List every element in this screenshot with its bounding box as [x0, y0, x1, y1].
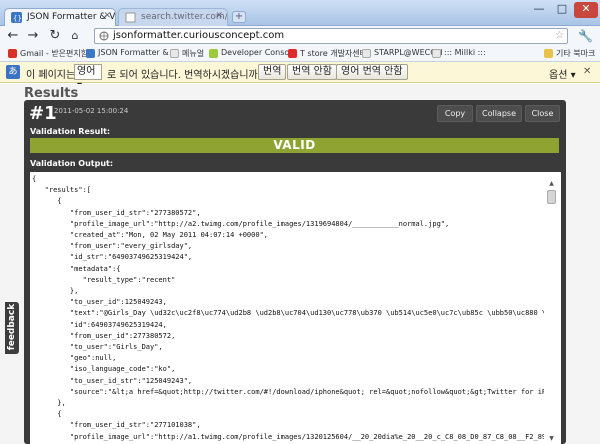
svg-text:{}: {}: [13, 15, 22, 23]
page-icon: [362, 49, 371, 58]
translate-icon: あ: [6, 65, 20, 79]
code-line: "from_user":"every_girlsday",: [32, 242, 193, 251]
json-formatter-icon: [86, 49, 95, 58]
maximize-button[interactable]: □: [551, 2, 573, 18]
copy-button[interactable]: Copy: [437, 105, 473, 122]
code-line: "source":"&lt;a href=&quot;http://twitte…: [69, 387, 544, 396]
folder-icon: [544, 49, 553, 58]
code-line: "id":64903749625319424,: [32, 320, 167, 329]
new-tab-button[interactable]: +: [232, 11, 246, 23]
bookmark-starpl[interactable]: STARPL@WECON: [362, 48, 443, 58]
code-line: "from_user_id_str":"277101038",: [32, 421, 201, 430]
result-panel: #1 2011-05-02 15:00:24 Copy Collapse Clo…: [24, 100, 566, 444]
code-line: "id_str":"64903749625319424",: [32, 253, 193, 262]
code-line: {: [32, 175, 37, 183]
code-view: { "results":[ { "from_user_id_str":"2773…: [32, 174, 544, 442]
code-line: {: [32, 197, 62, 206]
code-line: "from_user_id":277380572,: [32, 331, 176, 340]
status-badge: VALID: [30, 138, 559, 153]
window-close-button[interactable]: ✕: [574, 2, 598, 18]
translate-infobar: あ 이 페이지는 영어 ▾ 로 되어 있습니다. 번역하시겠습니까? 번역 번역…: [0, 62, 600, 91]
bookmark-millki[interactable]: ::: Millki :::: [432, 48, 486, 58]
home-icon[interactable]: ⌂: [68, 29, 82, 43]
options-menu[interactable]: 옵션 ▾: [549, 66, 576, 81]
scroll-thumb[interactable]: [547, 190, 556, 204]
bookmarks-bar: Gmail - 받은편지함 JSON Formatter & ... 메뉴얼 D…: [0, 46, 600, 62]
bookmark-developer-console[interactable]: Developer Console: [209, 48, 296, 58]
bookmark-manual[interactable]: 메뉴얼: [170, 48, 204, 59]
page-icon: [432, 49, 441, 58]
scroll-up-icon[interactable]: ▲: [547, 180, 556, 187]
android-icon: [209, 49, 218, 58]
url-text: jsonformatter.curiousconcept.com: [113, 30, 285, 41]
code-line: "from_user_id_str":"277380572",: [32, 208, 201, 217]
bookmark-json-formatter[interactable]: JSON Formatter & ...: [86, 48, 179, 58]
tab-twitter-search[interactable]: search.twitter.com/searc... ✕: [118, 8, 228, 26]
page-favicon: [125, 12, 136, 23]
star-icon[interactable]: ☆: [555, 30, 564, 41]
infobar-close-icon[interactable]: ✕: [583, 66, 591, 77]
code-line: "results":[: [32, 186, 92, 195]
code-line: },: [32, 399, 66, 408]
page-icon: [170, 49, 179, 58]
infobar-text-before: 이 페이지는: [26, 70, 76, 81]
code-line: "text":"@Girls_Day \ud32c\uc2f8\uc774\ud…: [69, 309, 544, 318]
minimize-button[interactable]: —: [528, 2, 550, 18]
bookmark-tstore[interactable]: T store 개발자센터: [288, 48, 367, 59]
page-content: Results #1 2011-05-02 15:00:24 Copy Coll…: [0, 84, 600, 444]
gmail-icon: [8, 49, 17, 58]
json-output[interactable]: { "results":[ { "from_user_id_str":"2773…: [30, 172, 561, 444]
bookmark-gmail[interactable]: Gmail - 받은편지함: [8, 48, 88, 59]
result-timestamp: 2011-05-02 15:00:24: [54, 107, 129, 115]
scrollbar[interactable]: ▲ ▼: [547, 180, 556, 442]
code-line: "profile_image_url":"http://a2.twimg.com…: [32, 219, 450, 228]
code-line: {: [32, 410, 62, 419]
infobar-text-after: 로 되어 있습니다. 번역하시겠습니까?: [107, 70, 264, 81]
collapse-button[interactable]: Collapse: [476, 105, 522, 122]
translate-button[interactable]: 번역: [258, 64, 287, 80]
tab-json-formatter[interactable]: {} JSON Formatter & Valid... ✕: [4, 8, 116, 26]
title-bar: {} JSON Formatter & Valid... ✕ search.tw…: [0, 0, 600, 26]
validation-result-label: Validation Result:: [30, 127, 111, 136]
address-bar[interactable]: jsonformatter.curiousconcept.com ☆: [94, 28, 568, 44]
scroll-down-icon[interactable]: ▼: [547, 435, 556, 442]
validation-output-label: Validation Output:: [30, 159, 114, 168]
wrench-icon[interactable]: 🔧: [578, 29, 593, 43]
language-select[interactable]: 영어 ▾: [74, 64, 102, 91]
reload-icon[interactable]: ↻: [48, 29, 62, 43]
never-translate-button[interactable]: 영어 번역 안함: [336, 64, 408, 80]
close-button[interactable]: Close: [525, 105, 560, 122]
no-translate-button[interactable]: 번역 안함: [287, 64, 337, 80]
code-line: "geo":null,: [32, 354, 117, 363]
code-line: },: [32, 287, 79, 296]
code-line: "to_user_id_str":"125049243",: [32, 376, 193, 385]
code-line: "to_user":"Girls_Day",: [32, 343, 163, 352]
code-line: "to_user_id":125049243,: [32, 298, 167, 307]
code-line: "metadata":{: [32, 264, 121, 273]
forward-icon[interactable]: →: [26, 29, 40, 43]
feedback-tab[interactable]: feedback: [5, 302, 19, 354]
tab-close-icon[interactable]: ✕: [215, 11, 223, 21]
code-line: "iso_language_code":"ko",: [32, 365, 176, 374]
globe-icon: [99, 31, 109, 41]
tstore-icon: [288, 49, 297, 58]
back-icon[interactable]: ←: [6, 29, 20, 43]
code-line: "result_type":"recent": [32, 275, 176, 284]
results-heading: Results: [24, 86, 79, 101]
code-line: "profile_image_url":"http://a1.twimg.com…: [32, 432, 544, 441]
navigation-bar: ← → ↻ ⌂ jsonformatter.curiousconcept.com…: [0, 26, 600, 46]
code-line: "created_at":"Mon, 02 May 2011 04:07:14 …: [32, 231, 269, 240]
tab-close-icon[interactable]: ✕: [103, 11, 111, 21]
result-number: #1: [29, 103, 57, 124]
bookmark-other[interactable]: 기타 북마크: [544, 48, 595, 59]
json-formatter-favicon: {}: [11, 12, 22, 23]
